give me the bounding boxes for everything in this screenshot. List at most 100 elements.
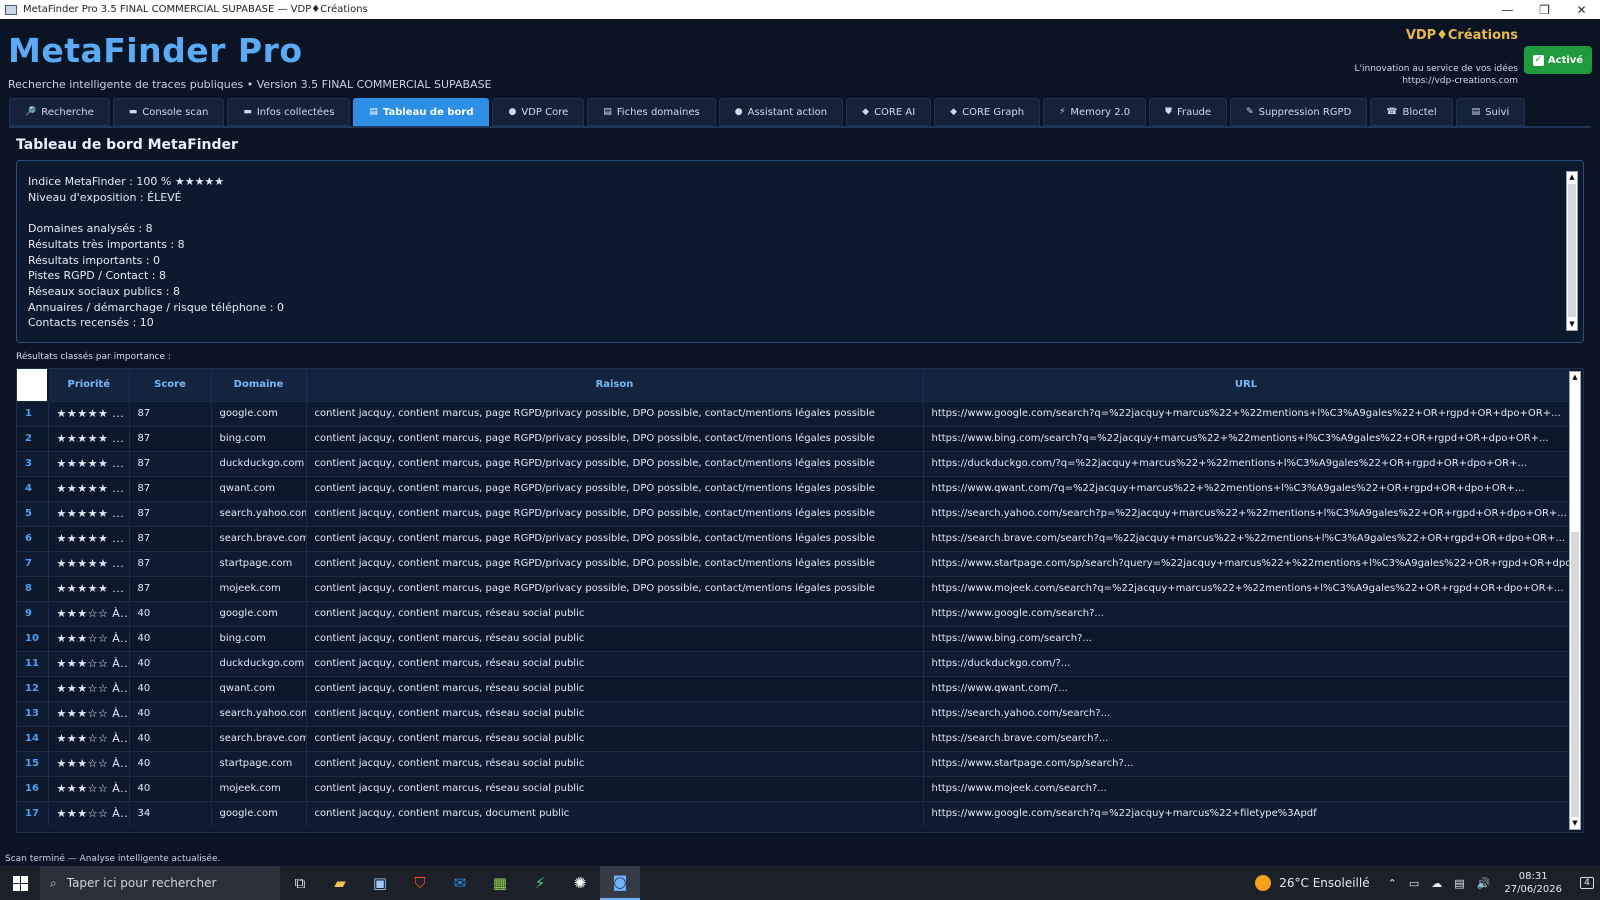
reason-cell: contient jacquy, contient marcus, réseau… [306, 750, 924, 776]
bolt-app-icon[interactable]: ⚡ [520, 866, 560, 900]
table-row[interactable]: 11 ★★★☆☆ À... 40 duckduckgo.com contient jac… [17, 650, 1570, 676]
table-row[interactable]: 6 ★★★★★ ... 87 search.brave.com contient jac… [17, 525, 1570, 551]
url-cell: https://www.bing.com/search?q=%22jacquy+… [923, 425, 1570, 451]
table-row[interactable]: 17 ★★★☆☆ À... 34 google.com contient jacquy,… [17, 800, 1570, 826]
windows-logo-icon [12, 875, 28, 891]
table-row[interactable]: 3 ★★★★★ ... 87 duckduckgo.com contient jacqu… [17, 450, 1570, 476]
close-button[interactable]: ✕ [1563, 0, 1600, 19]
table-row[interactable]: 16 ★★★☆☆ À... 40 mojeek.com contient jacquy,… [17, 775, 1570, 801]
license-active-badge[interactable]: ✓ Activé [1524, 46, 1592, 74]
tab-suppression-rgpd[interactable]: ✎ Suppression RGPD [1230, 98, 1368, 126]
tab-fraude[interactable]: ⛊ Fraude [1149, 98, 1228, 126]
notification-icon[interactable]: 4 [1574, 866, 1600, 900]
minimize-button[interactable]: — [1489, 0, 1526, 19]
tab-icon: ⚡ [1059, 107, 1066, 117]
start-button[interactable] [0, 866, 40, 900]
table-row[interactable]: 13 ★★★☆☆ À... 40 search.yahoo.com contient j… [17, 700, 1570, 726]
brave-browser-icon[interactable]: ⛉ [400, 866, 440, 900]
checkmark-icon: ✓ [1532, 54, 1544, 66]
brand-website-link[interactable]: https://vdp-creations.com [1355, 75, 1518, 87]
tab-vdp-core[interactable]: ● VDP Core [492, 98, 585, 126]
network-icon[interactable]: ▤ [1454, 877, 1464, 890]
tab-suivi[interactable]: ▤ Suivi [1455, 98, 1526, 126]
scroll-down-icon[interactable]: ▼ [1570, 818, 1580, 829]
row-index: 4 [17, 475, 49, 501]
tab-divider [9, 126, 1591, 128]
reason-cell: contient jacquy, contient marcus, réseau… [306, 700, 924, 726]
domain-cell: google.com [211, 800, 307, 826]
scrollbar-thumb[interactable] [1571, 532, 1579, 817]
tab-recherche[interactable]: 🔎 Recherche [9, 98, 110, 126]
volume-icon[interactable]: 🔊 [1477, 877, 1491, 890]
chevron-up-icon[interactable]: ⌃ [1388, 877, 1397, 890]
column-header-url[interactable]: URL [923, 369, 1570, 401]
column-header-raison[interactable]: Raison [306, 369, 924, 401]
store-icon[interactable]: ▣ [360, 866, 400, 900]
tab-infos-collect-es[interactable]: ▬ Infos collectées [227, 98, 351, 126]
table-row[interactable]: 9 ★★★☆☆ À... 40 google.com contient jacquy, … [17, 600, 1570, 626]
stats-list: Domaines analysés : 8 Résultats très impo… [28, 221, 284, 331]
priority-cell: ★★★☆☆ À... [48, 725, 130, 751]
scrollbar-thumb[interactable] [1568, 184, 1576, 317]
outlook-icon[interactable]: ✉ [440, 866, 480, 900]
table-row[interactable]: 7 ★★★★★ ... 87 startpage.com contient jacquy… [17, 550, 1570, 576]
battery-icon[interactable]: ▭ [1409, 877, 1419, 890]
tab-memory-2-0[interactable]: ⚡ Memory 2.0 [1043, 98, 1147, 126]
score-cell: 40 [129, 700, 212, 726]
url-cell: https://search.brave.com/search?q=%22jac… [923, 525, 1570, 551]
file-explorer-icon[interactable]: ▰ [320, 866, 360, 900]
column-header-priorité[interactable]: Priorité [48, 369, 130, 401]
table-scrollbar[interactable]: ▲ ▼ [1569, 371, 1581, 830]
app-subtitle: Recherche intelligente de traces publiqu… [8, 78, 492, 91]
clock[interactable]: 08:31 27/06/2026 [1504, 870, 1562, 896]
table-row[interactable]: 10 ★★★☆☆ À... 40 bing.com contient jacquy, c… [17, 625, 1570, 651]
taskbar-search[interactable]: ⌕ Taper ici pour rechercher [40, 866, 280, 900]
table-row[interactable]: 15 ★★★☆☆ À... 40 startpage.com contient jacq… [17, 750, 1570, 776]
column-header-score[interactable]: Score [129, 369, 212, 401]
table-row[interactable]: 4 ★★★★★ ... 87 qwant.com contient jacquy, co… [17, 475, 1570, 501]
dashboard-summary-panel: Indice MetaFinder : 100 % ★★★★★ Niveau d… [16, 160, 1584, 343]
tab-bloctel[interactable]: ☎ Bloctel [1370, 98, 1453, 126]
table-row[interactable]: 14 ★★★☆☆ À... 40 search.brave.com contient j… [17, 725, 1570, 751]
priority-cell: ★★★☆☆ À... [48, 750, 130, 776]
tab-icon: ● [508, 107, 517, 117]
task-view-icon[interactable]: ⧉ [280, 866, 320, 900]
reason-cell: contient jacquy, contient marcus, page R… [306, 425, 924, 451]
tab-core-ai[interactable]: ◆ CORE AI [846, 98, 932, 126]
scroll-up-icon[interactable]: ▲ [1567, 172, 1577, 183]
url-cell: https://search.yahoo.com/search?... [923, 700, 1570, 726]
url-cell: https://www.google.com/search?q=%22jacqu… [923, 800, 1570, 826]
table-row[interactable]: 5 ★★★★★ ... 87 search.yahoo.com contient jac… [17, 500, 1570, 526]
scroll-up-icon[interactable]: ▲ [1570, 372, 1580, 383]
tab-icon: ▬ [128, 107, 138, 117]
photos-icon[interactable]: ▦ [480, 866, 520, 900]
table-row[interactable]: 2 ★★★★★ ... 87 bing.com contient jacquy, con… [17, 425, 1570, 451]
tab-assistant-action[interactable]: ● Assistant action [718, 98, 844, 126]
chatgpt-icon[interactable]: ✺ [560, 866, 600, 900]
tab-console-scan[interactable]: ▬ Console scan [112, 98, 225, 126]
url-cell: https://www.startpage.com/sp/search?quer… [923, 550, 1570, 576]
sun-icon [1255, 875, 1272, 891]
maximize-button[interactable]: ❐ [1526, 0, 1563, 19]
table-row[interactable]: 1 ★★★★★ ... 87 google.com contient jacquy, c… [17, 400, 1570, 426]
tab-core-graph[interactable]: ◆ CORE Graph [934, 98, 1041, 126]
main-tabs: 🔎 Recherche ▬ Console scan ▬ Infos collectées… [9, 98, 1526, 126]
table-row[interactable]: 8 ★★★★★ ... 87 mojeek.com contient jacquy, c… [17, 575, 1570, 601]
column-header-domaine[interactable]: Domaine [211, 369, 307, 401]
row-index: 3 [17, 450, 49, 476]
domain-cell: qwant.com [211, 675, 307, 701]
scroll-down-icon[interactable]: ▼ [1567, 319, 1577, 330]
score-cell: 40 [129, 750, 212, 776]
priority-cell: ★★★★★ ... [48, 425, 130, 451]
table-corner[interactable] [17, 369, 49, 401]
stat-line: Domaines analysés : 8 [28, 222, 153, 236]
summary-scrollbar[interactable]: ▲ ▼ [1566, 171, 1578, 331]
cloud-icon[interactable]: ☁ [1431, 877, 1442, 890]
window-title: MetaFinder Pro 3.5 FINAL COMMERCIAL SUPA… [23, 4, 368, 15]
table-row[interactable]: 12 ★★★☆☆ À... 40 qwant.com contient jacquy, … [17, 675, 1570, 701]
tab-fiches-domaines[interactable]: ▤ Fiches domaines [587, 98, 716, 126]
row-index: 1 [17, 400, 49, 426]
metafinder-app-icon[interactable]: ◙ [600, 866, 640, 900]
tab-tableau-de-bord[interactable]: ▤ Tableau de bord [353, 98, 490, 126]
weather-text[interactable]: 26°C Ensoleillé [1279, 876, 1369, 890]
